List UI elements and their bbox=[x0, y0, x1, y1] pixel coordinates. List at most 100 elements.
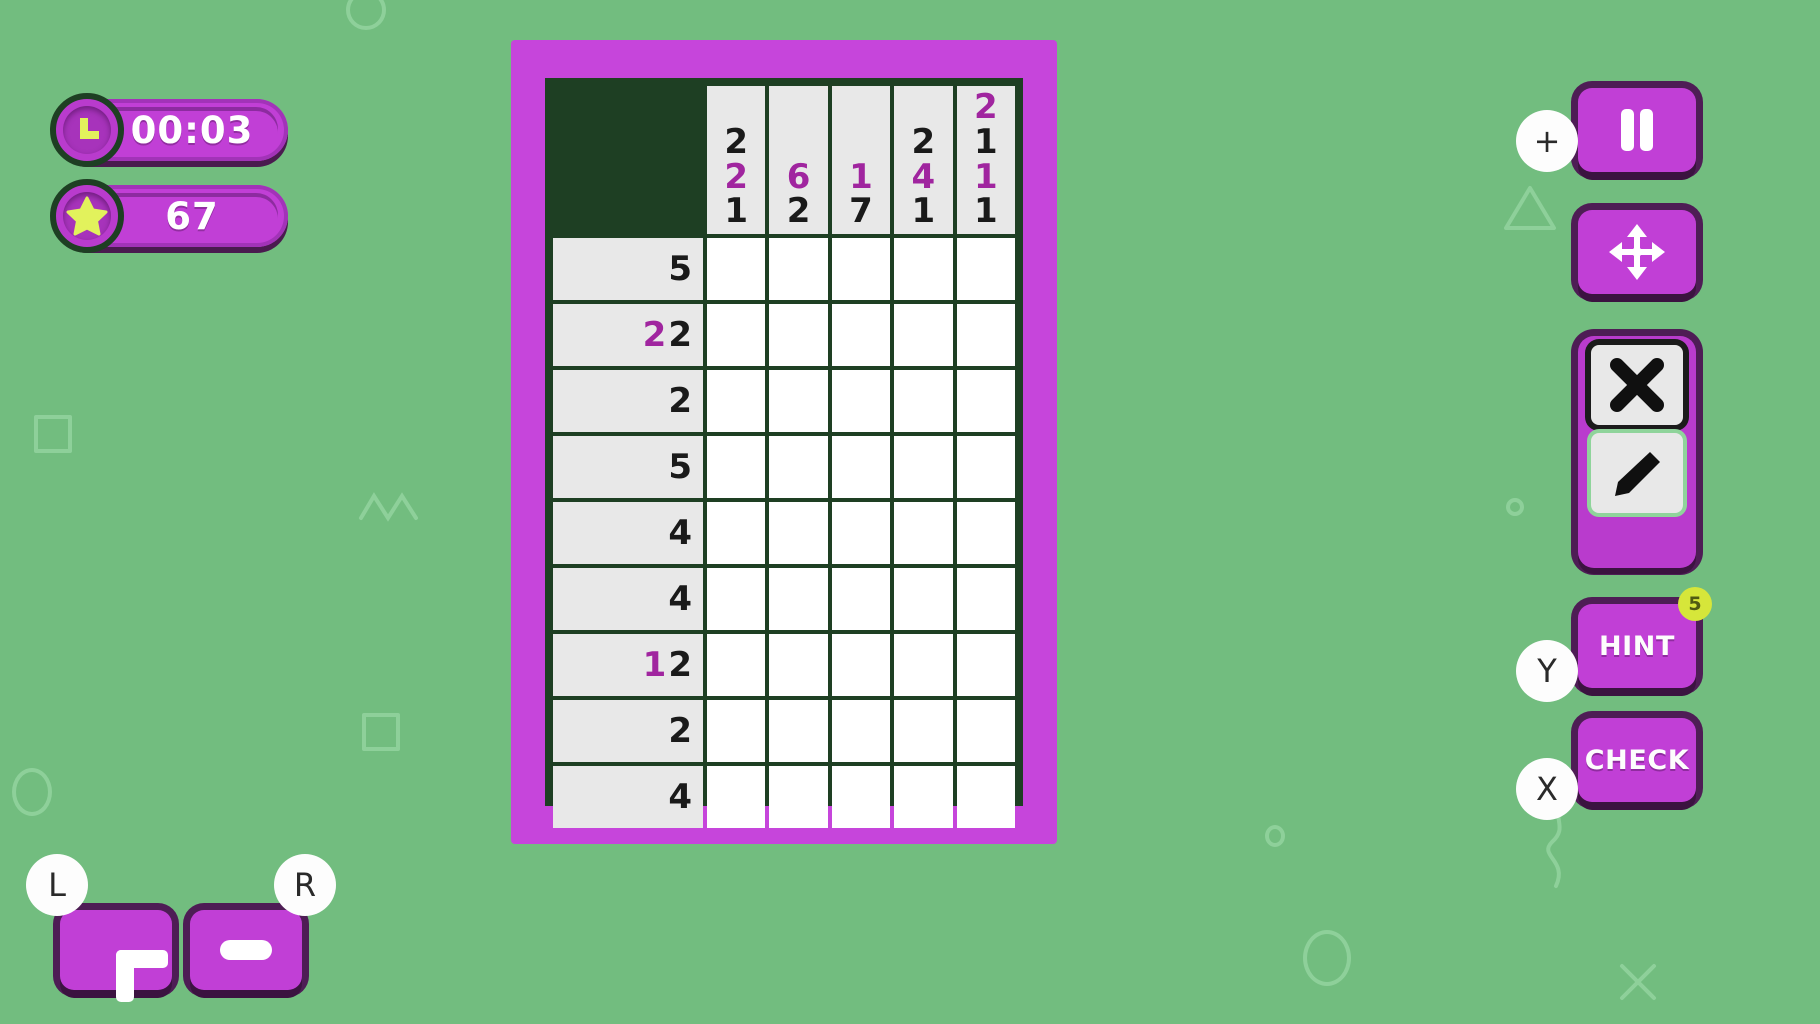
grid-cell[interactable] bbox=[956, 238, 1015, 300]
right-control-column: + Y 5 HINT X CHECK bbox=[1516, 88, 1794, 820]
timer-row: 00:03 bbox=[50, 93, 288, 167]
grid-cell[interactable] bbox=[894, 304, 953, 366]
clue-number: 2 bbox=[973, 87, 998, 128]
grid-cell[interactable] bbox=[707, 502, 766, 564]
grid-cell[interactable] bbox=[831, 370, 891, 432]
deco-square bbox=[34, 415, 72, 453]
grid-cell[interactable] bbox=[894, 436, 953, 498]
mark-x-tool[interactable] bbox=[1591, 345, 1683, 425]
grid-cell[interactable] bbox=[956, 436, 1015, 498]
grid-cell[interactable] bbox=[831, 502, 891, 564]
fill-pencil-tool[interactable] bbox=[1591, 433, 1683, 513]
clue-number: 2 bbox=[724, 121, 749, 162]
grid-cell[interactable] bbox=[707, 238, 766, 300]
grid-cell[interactable] bbox=[707, 568, 766, 630]
grid-cell[interactable] bbox=[956, 766, 1015, 828]
clue-number: 1 bbox=[642, 645, 667, 685]
grid-cell[interactable] bbox=[769, 766, 828, 828]
grid-cell[interactable] bbox=[769, 700, 828, 762]
zoom-in-button[interactable]: L bbox=[26, 854, 172, 1002]
grid-cell[interactable] bbox=[894, 568, 953, 630]
deco-circle bbox=[1303, 930, 1351, 986]
grid-cell[interactable] bbox=[769, 304, 828, 366]
grid-cell[interactable] bbox=[707, 700, 766, 762]
grid-cell[interactable] bbox=[894, 766, 953, 828]
zoom-out-button[interactable]: R bbox=[190, 854, 336, 990]
hint-count-badge: 5 bbox=[1678, 587, 1712, 621]
zoom-out-keycap[interactable]: R bbox=[274, 854, 336, 916]
deco-circle bbox=[1265, 825, 1285, 847]
grid-cell[interactable] bbox=[956, 568, 1015, 630]
hint-label: HINT bbox=[1598, 630, 1676, 662]
check-label: CHECK bbox=[1584, 744, 1690, 776]
clue-number: 2 bbox=[668, 711, 692, 751]
grid-cell[interactable] bbox=[831, 568, 891, 630]
puzzle-frame: 2 2 1 6 2 1 7 2 4 1 2 1 1 1 5 22 2 5 4 4 12 2 4 bbox=[511, 40, 1057, 844]
grid-cell[interactable] bbox=[769, 370, 828, 432]
grid-cell[interactable] bbox=[769, 568, 828, 630]
grid-cell[interactable] bbox=[894, 370, 953, 432]
check-button[interactable]: X CHECK bbox=[1516, 718, 1696, 820]
clue-number: 1 bbox=[911, 191, 936, 232]
pan-move-button[interactable] bbox=[1578, 210, 1696, 294]
grid-cell[interactable] bbox=[894, 238, 953, 300]
grid-cell[interactable] bbox=[956, 304, 1015, 366]
hint-button[interactable]: Y 5 HINT bbox=[1516, 587, 1712, 702]
clue-number: 5 bbox=[668, 447, 692, 487]
grid-cell[interactable] bbox=[769, 634, 828, 696]
pencil-icon bbox=[1615, 452, 1660, 496]
zoom-control-bar: L R bbox=[26, 854, 336, 1002]
column-clue-3: 17 bbox=[831, 86, 891, 234]
grid-cell[interactable] bbox=[707, 370, 766, 432]
grid-cell[interactable] bbox=[707, 436, 766, 498]
grid-row: 12 bbox=[553, 634, 1015, 696]
deco-zigzag bbox=[359, 492, 418, 522]
clue-number: 2 bbox=[668, 381, 692, 421]
grid-cell[interactable] bbox=[956, 700, 1015, 762]
tool-selector-panel bbox=[1578, 336, 1696, 568]
clue-number: 1 bbox=[724, 191, 749, 232]
clue-number: 6 bbox=[786, 156, 811, 197]
grid-cell[interactable] bbox=[707, 304, 766, 366]
grid-cell[interactable] bbox=[769, 238, 828, 300]
grid-cell[interactable] bbox=[956, 634, 1015, 696]
pause-keycap[interactable]: + bbox=[1516, 110, 1578, 172]
grid-cell[interactable] bbox=[831, 436, 891, 498]
nonogram-grid[interactable]: 2 2 1 6 2 1 7 2 4 1 2 1 1 1 5 22 2 5 4 4 12 2 4 bbox=[545, 78, 1023, 828]
grid-cell[interactable] bbox=[707, 634, 766, 696]
clue-number: 2 bbox=[642, 315, 667, 355]
row-clue-5: 4 bbox=[553, 502, 703, 564]
grid-cell[interactable] bbox=[831, 238, 891, 300]
deco-x bbox=[1620, 964, 1656, 1000]
deco-square bbox=[362, 713, 400, 751]
zoom-in-keycap[interactable]: L bbox=[26, 854, 88, 916]
clue-number: 4 bbox=[668, 579, 692, 619]
row-clue-6: 4 bbox=[553, 568, 703, 630]
grid-cell[interactable] bbox=[831, 766, 891, 828]
clue-number: 7 bbox=[849, 191, 873, 232]
grid-cell[interactable] bbox=[894, 502, 953, 564]
grid-cell[interactable] bbox=[831, 634, 891, 696]
check-keycap[interactable]: X bbox=[1516, 758, 1578, 820]
clock-icon bbox=[50, 93, 124, 167]
row-clue-9: 4 bbox=[553, 766, 703, 828]
grid-cell[interactable] bbox=[894, 634, 953, 696]
grid-cell[interactable] bbox=[956, 502, 1015, 564]
score-value: 67 bbox=[165, 194, 219, 238]
row-clue-1: 5 bbox=[553, 238, 703, 300]
grid-cell[interactable] bbox=[894, 700, 953, 762]
grid-cell[interactable] bbox=[956, 370, 1015, 432]
grid-row: 5 bbox=[553, 436, 1015, 498]
grid-row: 2 bbox=[553, 700, 1015, 762]
column-clue-5: 2111 bbox=[956, 86, 1015, 234]
star-icon bbox=[50, 179, 124, 253]
grid-cell[interactable] bbox=[831, 304, 891, 366]
grid-cell[interactable] bbox=[831, 700, 891, 762]
grid-cell[interactable] bbox=[769, 502, 828, 564]
grid-cell[interactable] bbox=[769, 436, 828, 498]
grid-cell[interactable] bbox=[707, 766, 766, 828]
hint-keycap[interactable]: Y bbox=[1516, 640, 1578, 702]
pause-button[interactable]: + bbox=[1516, 88, 1696, 172]
x-icon bbox=[1610, 358, 1664, 412]
clue-number: 1 bbox=[849, 156, 873, 197]
